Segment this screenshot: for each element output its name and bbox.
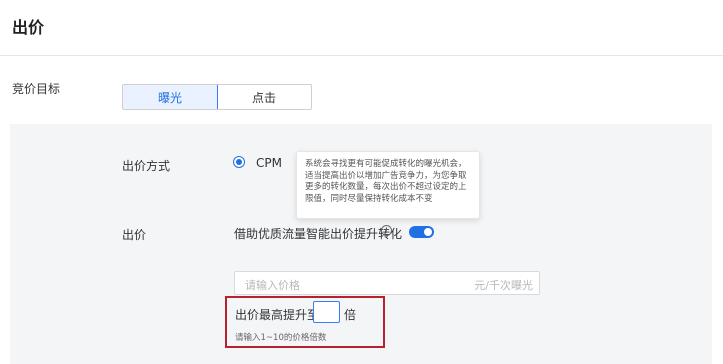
section-title: 出价: [12, 18, 45, 37]
max-raise-hint: 请输入1~10的价格倍数: [235, 333, 327, 343]
objective-label: 竞价目标: [12, 82, 61, 96]
objective-option-exposure[interactable]: 曝光: [123, 85, 218, 109]
bid-label: 出价: [122, 228, 147, 242]
cpm-radio-label[interactable]: CPM: [256, 156, 282, 170]
max-raise-unit: 倍: [344, 308, 357, 322]
price-input-placeholder: 请输入价格: [245, 279, 300, 292]
info-icon[interactable]: i: [381, 225, 392, 236]
max-raise-label: 出价最高提升至: [235, 308, 320, 322]
bid-method-label: 出价方式: [122, 159, 171, 173]
multiplier-input[interactable]: [313, 301, 340, 323]
smart-bid-tooltip: 系统会寻找更有可能促成转化的曝光机会，适当提高出价以增加广告竞争力，为您争取更多…: [296, 151, 480, 219]
header-divider: [0, 55, 723, 56]
smart-bid-toggle[interactable]: [409, 226, 434, 238]
smart-bid-label: 借助优质流量智能出价提升转化: [234, 227, 403, 241]
price-unit: 元/千次曝光: [474, 279, 533, 292]
objective-segmented-control: 曝光 点击: [122, 84, 312, 110]
price-input[interactable]: 请输入价格 元/千次曝光: [234, 271, 540, 295]
objective-option-click[interactable]: 点击: [217, 85, 311, 109]
cpm-radio[interactable]: [233, 156, 245, 168]
